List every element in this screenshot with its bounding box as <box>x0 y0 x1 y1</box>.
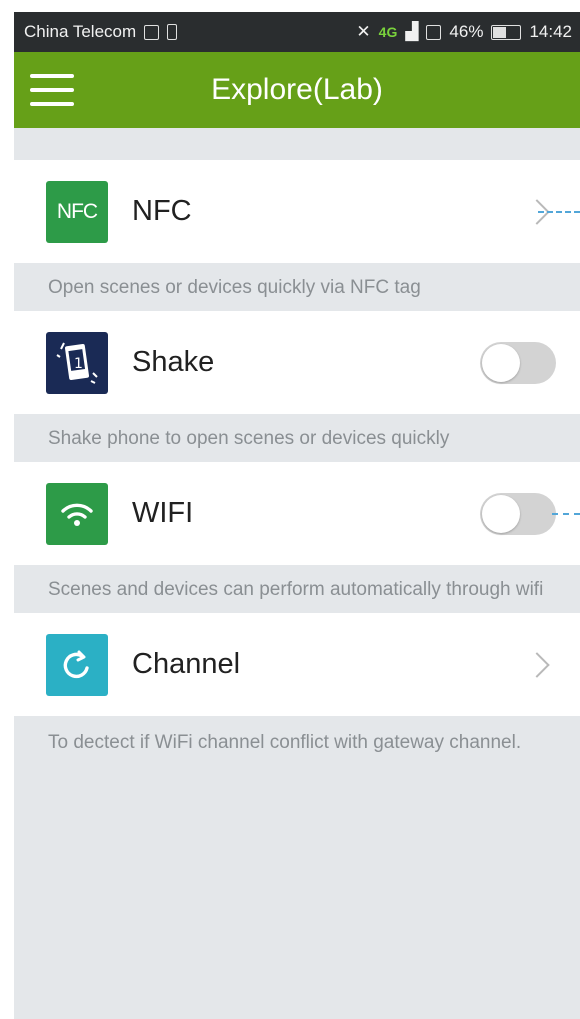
channel-label: Channel <box>132 648 241 680</box>
sim-icon <box>426 24 442 40</box>
wifi-description: Scenes and devices can perform automatic… <box>48 579 544 600</box>
callout-line <box>538 211 580 213</box>
shake-phone-icon: 1 <box>46 331 108 394</box>
sim-notification-icon <box>167 24 178 40</box>
shake-label: Shake <box>132 346 215 378</box>
wifi-toggle[interactable] <box>480 492 556 535</box>
nfc-icon: NFC <box>46 180 108 243</box>
wifi-icon <box>46 482 108 545</box>
wifi-label: WIFI <box>132 497 194 529</box>
chevron-right-icon[interactable] <box>524 651 550 678</box>
nfc-icon-text: NFC <box>56 199 98 223</box>
channel-description: To dectect if WiFi channel conflict with… <box>48 732 522 753</box>
status-bar: China Telecom ✕ 4G ▟ 46% 14:42 <box>14 12 580 52</box>
network-type: 4G <box>378 24 398 40</box>
refresh-channel-icon <box>46 633 108 696</box>
nfc-description: Open scenes or devices quickly via NFC t… <box>48 277 421 298</box>
channel-row[interactable]: Channel <box>14 613 580 716</box>
shake-description: Shake phone to open scenes or devices qu… <box>48 428 450 449</box>
image-notification-icon <box>144 24 160 40</box>
nfc-row[interactable]: NFC NFC <box>14 160 580 263</box>
shake-toggle[interactable] <box>480 341 556 384</box>
shake-row[interactable]: 1 Shake <box>14 311 580 414</box>
signal-icon: ▟ <box>405 22 419 41</box>
toggle-knob <box>482 343 520 382</box>
battery-percent: 46% <box>449 22 484 41</box>
callout-line <box>552 513 580 515</box>
battery-icon <box>491 24 522 40</box>
carrier-name: China Telecom <box>24 22 137 41</box>
phone-screen: China Telecom ✕ 4G ▟ 46% 14:42 Explore(L… <box>14 12 580 1019</box>
app-bar: Explore(Lab) <box>14 52 580 128</box>
mute-icon: ✕ <box>356 22 371 41</box>
wifi-row[interactable]: WIFI <box>14 462 580 565</box>
svg-text:1: 1 <box>74 356 83 372</box>
page-title: Explore(Lab) <box>211 73 383 106</box>
top-spacer <box>14 128 580 160</box>
clock: 14:42 <box>529 22 572 41</box>
nfc-label: NFC <box>132 195 192 227</box>
toggle-knob <box>482 494 520 533</box>
hamburger-menu-icon[interactable] <box>30 74 74 106</box>
